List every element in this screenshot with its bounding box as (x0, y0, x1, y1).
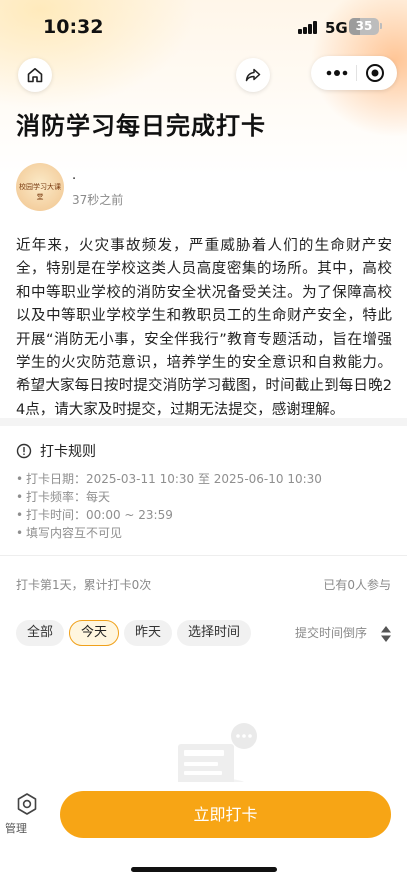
info-icon (16, 443, 32, 459)
rules-header: 打卡规则 (16, 441, 391, 461)
sort-arrows-icon[interactable] (380, 624, 392, 644)
avatar-text: 校园学习大课堂 (19, 183, 61, 201)
manage-label[interactable]: 管理 (5, 820, 27, 836)
battery-percent: 35 (355, 19, 373, 33)
author-name[interactable]: . (72, 168, 76, 183)
filter-yesterday[interactable]: 昨天 (124, 620, 173, 646)
date-filter-tabs: 全部 今天 昨天 选择时间 (16, 620, 256, 646)
rule-time-value: 00:00 ~ 23:59 (86, 508, 173, 522)
rule-time: • 打卡时间： 00:00 ~ 23:59 (16, 508, 173, 522)
status-time: 10:32 (43, 16, 104, 38)
avatar[interactable]: 校园学习大课堂 (16, 163, 64, 211)
rules-list: • 打卡日期： 2025-03-11 10:30 至 2025-06-10 10:3… (16, 470, 391, 542)
checkin-rules: 打卡规则 • 打卡日期： 2025-03-11 10:30 至 2025-06-10… (16, 441, 391, 542)
rule-date: • 打卡日期： 2025-03-11 10:30 至 2025-06-10 10:3… (16, 472, 322, 486)
rules-title: 打卡规则 (40, 444, 96, 460)
battery-icon: 35 (349, 18, 379, 35)
post-time: 37秒之前 (72, 193, 124, 207)
post-content: 近年来，火灾事故频发，严重威胁着人们的生命财产安全，特别是在学校这类人员高度密集… (16, 238, 392, 418)
rule-frequency: • 打卡频率： 每天 (16, 490, 111, 504)
section-divider (0, 418, 407, 426)
capsule-divider (356, 65, 357, 81)
checkin-now-button[interactable]: 立即打卡 (60, 791, 391, 838)
signal-icon (298, 21, 318, 34)
settings-hexagon-icon (17, 793, 37, 815)
participant-count: 已有0人参与 (323, 578, 391, 592)
exit-button[interactable] (364, 62, 386, 84)
page-title: 消防学习每日完成打卡 (16, 112, 266, 140)
share-icon (245, 68, 261, 82)
status-bar: 10:32 5G 35 (0, 0, 407, 54)
checkin-summary: 打卡第1天，累计打卡0次 (16, 578, 152, 592)
mini-program-capsule (311, 56, 397, 90)
more-button[interactable] (322, 65, 352, 81)
network-type: 5G (325, 19, 348, 37)
close-target-icon (366, 64, 384, 82)
filter-today[interactable]: 今天 (69, 620, 120, 646)
battery-tip (380, 23, 382, 29)
rule-date-value: 2025-03-11 10:30 至 2025-06-10 10:30 (86, 472, 322, 486)
home-button[interactable] (18, 58, 52, 92)
home-icon (27, 68, 43, 83)
share-button[interactable] (236, 58, 270, 92)
rule-frequency-value: 每天 (86, 490, 111, 504)
filter-pick-time[interactable]: 选择时间 (177, 620, 252, 646)
rules-divider (0, 555, 407, 556)
rule-note: • 填写内容互不可见 (16, 526, 123, 540)
home-indicator (131, 867, 277, 872)
sort-selector[interactable]: 提交时间倒序 (295, 624, 367, 641)
filter-all[interactable]: 全部 (16, 620, 65, 646)
manage-button[interactable] (11, 792, 43, 820)
more-dots-icon (326, 70, 348, 76)
